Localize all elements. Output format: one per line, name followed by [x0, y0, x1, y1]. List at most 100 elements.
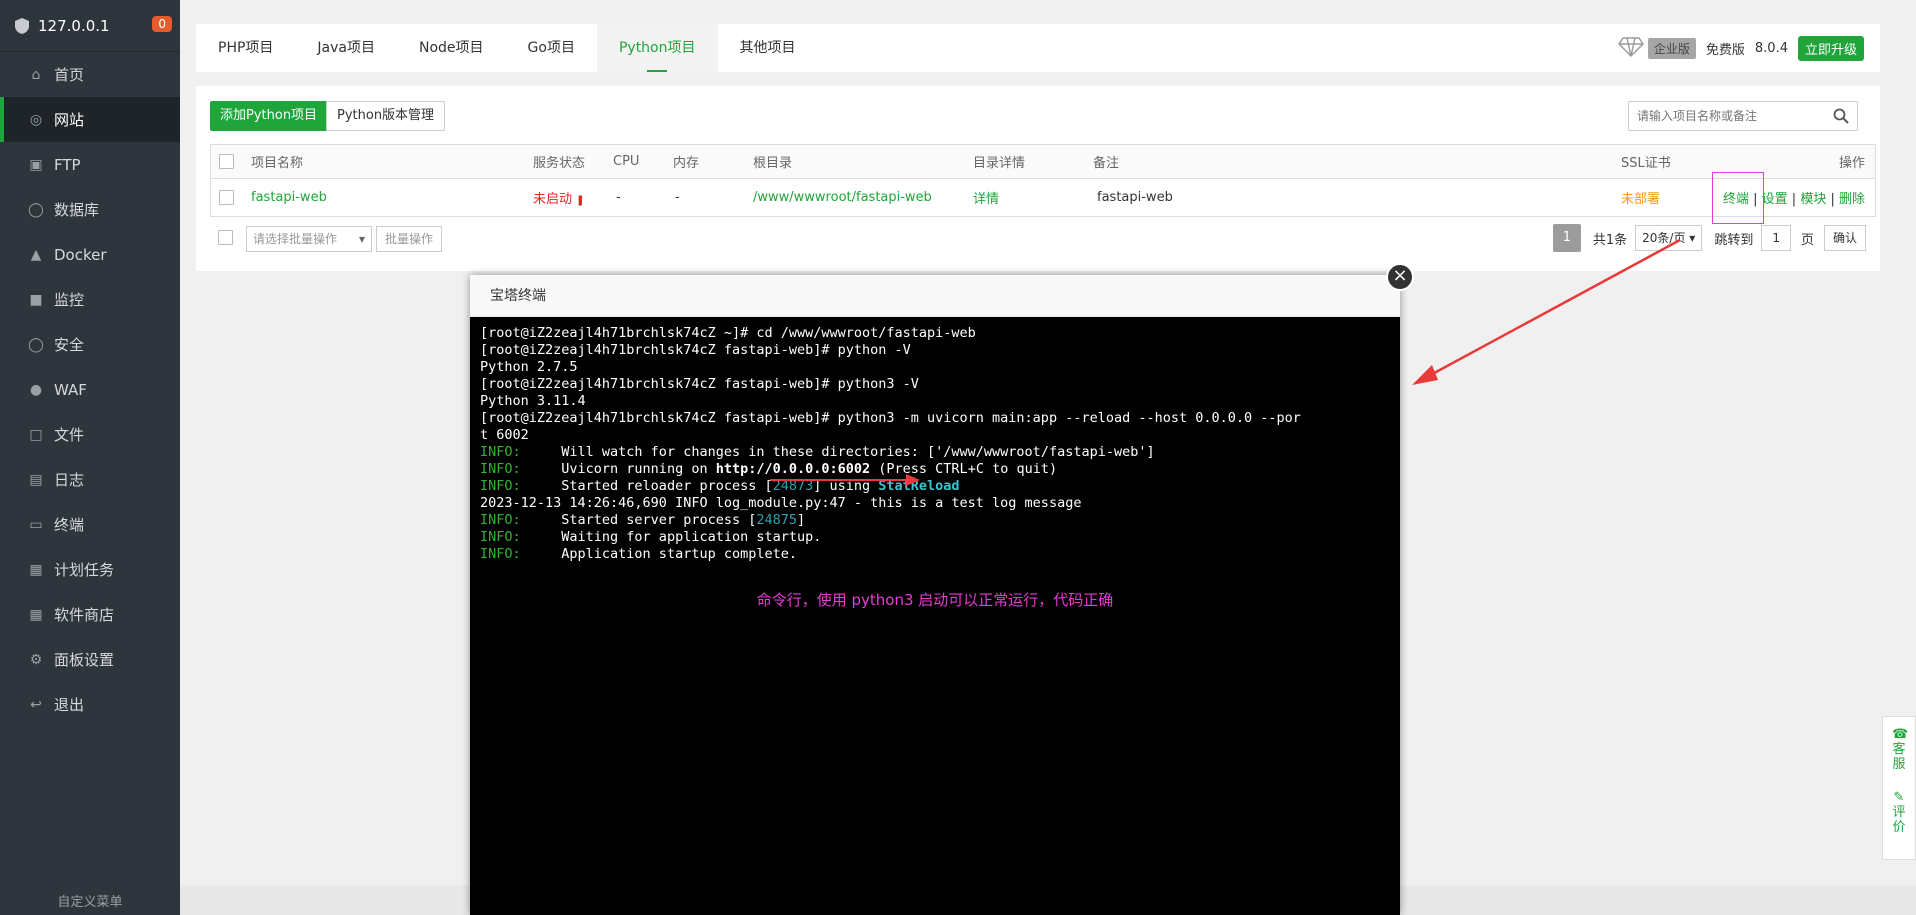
batch-button[interactable]: 批量操作 — [376, 226, 443, 252]
footer-select-checkbox[interactable] — [218, 230, 233, 245]
search-input[interactable] — [1629, 102, 1819, 130]
batch-select[interactable]: 请选择批量操作 ▾ — [246, 226, 372, 252]
sidebar-item-4[interactable]: ▲ Docker — [0, 232, 180, 277]
terminal-dialog: 宝塔终端 × [root@iZ2zeajl4h71brchlsk74cZ ~]#… — [470, 263, 1414, 915]
per-page-select[interactable]: 20条/页 ▾ — [1635, 225, 1703, 251]
tab-node[interactable]: Node项目 — [397, 24, 506, 72]
tab-java[interactable]: Java项目 — [295, 24, 397, 72]
service-label: 客服 — [1892, 742, 1906, 772]
sidebar-item-7[interactable]: ● WAF — [0, 367, 180, 412]
search-box — [1628, 101, 1858, 131]
tab-go[interactable]: Go项目 — [506, 24, 597, 72]
col-note: 备注 — [1093, 156, 1120, 171]
home-icon: ⌂ — [31, 66, 41, 83]
sidebar-item-label: 退出 — [54, 696, 85, 714]
enterprise-badge[interactable]: 企业版 — [1647, 38, 1696, 59]
sidebar-item-14[interactable]: ↩ 退出 — [0, 682, 180, 727]
jump-input[interactable]: 1 — [1761, 225, 1791, 251]
dir-detail-link[interactable]: 详情 — [973, 188, 999, 207]
term-line: INFO: Waiting for application startup. — [480, 529, 822, 545]
col-root: 根目录 — [753, 156, 793, 171]
sidebar-item-9[interactable]: ▤ 日志 — [0, 457, 180, 502]
rate-button[interactable]: ✎ 评价 — [1892, 790, 1906, 835]
status-stopped[interactable]: 未启动 ❚ — [533, 188, 585, 207]
root-dir-link[interactable]: /www/wwwroot/fastapi-web — [753, 190, 932, 205]
col-ssl: SSL证书 — [1621, 156, 1671, 171]
diamond-icon — [1617, 36, 1644, 61]
globe-icon: ◎ — [29, 111, 43, 128]
add-python-project-button[interactable]: 添加Python项目 — [210, 101, 328, 131]
chevron-down-icon: ▾ — [358, 232, 365, 246]
term-line: 2023-12-13 14:26:46,690 INFO log_module.… — [480, 495, 1082, 511]
sidebar-item-label: 计划任务 — [54, 561, 115, 579]
terminal-output[interactable]: [root@iZ2zeajl4h71brchlsk74cZ ~]# cd /ww… — [470, 317, 1400, 571]
sidebar-item-label: 监控 — [54, 291, 85, 309]
upgrade-button[interactable]: 立即升级 — [1797, 36, 1864, 61]
ssl-status[interactable]: 未部署 — [1621, 188, 1660, 207]
logout-icon: ↩ — [30, 696, 42, 713]
info-prefix: INFO: — [480, 444, 521, 460]
project-name-link[interactable]: fastapi-web — [251, 190, 327, 205]
host-label[interactable]: 127.0.0.1 — [38, 17, 110, 35]
term-line: INFO: Application startup complete. — [480, 546, 797, 562]
sidebar: 127.0.0.1 0 ⌂ 首页 ◎ 网站 ▣ FTP ◯ 数据库 ▲ Docker ■ 监控 ◯ 安全 ●… — [0, 0, 180, 915]
sidebar-item-10[interactable]: ▭ 终端 — [0, 502, 180, 547]
projects-table: 项目名称 服务状态 CPU 内存 根目录 目录详情 备注 SSL证书 操作 fa… — [210, 144, 1876, 217]
delete-action[interactable]: 删除 — [1839, 192, 1865, 207]
col-cpu: CPU — [613, 154, 640, 169]
sidebar-item-5[interactable]: ■ 监控 — [0, 277, 180, 322]
jump-label: 跳转到 — [1714, 232, 1754, 248]
sidebar-item-8[interactable]: □ 文件 — [0, 412, 180, 457]
term-line: t 6002 — [480, 427, 529, 443]
term-line: [root@iZ2zeajl4h71brchlsk74cZ fastapi-we… — [480, 410, 1301, 426]
term-line: INFO: Started server process [24875] — [480, 512, 806, 528]
term-line: INFO: Uvicorn running on http://0.0.0.0:… — [480, 461, 1058, 477]
col-dir-detail: 目录详情 — [973, 156, 1026, 171]
sidebar-item-0[interactable]: ⌂ 首页 — [0, 52, 180, 97]
settings-action[interactable]: 设置 — [1762, 192, 1788, 207]
tab-php[interactable]: PHP项目 — [196, 24, 295, 72]
sidebar-item-6[interactable]: ◯ 安全 — [0, 322, 180, 367]
sidebar-item-3[interactable]: ◯ 数据库 — [0, 187, 180, 232]
per-page-label: 20条/页 — [1642, 231, 1686, 245]
col-mem: 内存 — [673, 156, 700, 171]
cpu-value: - — [616, 190, 621, 205]
sidebar-item-12[interactable]: ▦ 软件商店 — [0, 592, 180, 637]
term-line: INFO: Started reloader process [24873] u… — [480, 478, 960, 494]
term-line: [root@iZ2zeajl4h71brchlsk74cZ fastapi-we… — [480, 342, 911, 358]
chevron-down-icon: ▾ — [1689, 231, 1696, 245]
notification-badge[interactable]: 0 — [152, 16, 172, 32]
row-checkbox[interactable] — [219, 190, 234, 205]
customer-service-button[interactable]: ☎ 客服 — [1892, 727, 1908, 772]
batch-select-label: 请选择批量操作 — [253, 232, 338, 246]
sidebar-item-label: 数据库 — [54, 201, 100, 219]
modules-action[interactable]: 模块 — [1800, 192, 1826, 207]
page-current[interactable]: 1 — [1552, 224, 1581, 252]
annotation-note: 命令行，使用 python3 启动可以正常运行，代码正确 — [756, 591, 1114, 609]
custom-menu-link[interactable]: 自定义菜单 — [0, 891, 180, 915]
table-row: fastapi-web 未启动 ❚ - - /www/wwwroot/fasta… — [211, 179, 1875, 216]
server-url: http://0.0.0.0:6002 — [715, 461, 871, 477]
log-icon: ▤ — [29, 471, 43, 488]
tab-python[interactable]: Python项目 — [596, 24, 718, 72]
calendar-icon: ▦ — [29, 561, 43, 578]
sidebar-item-label: 软件商店 — [54, 606, 115, 624]
docker-icon: ▲ — [30, 246, 42, 263]
project-tabs: PHP项目 Java项目 Node项目 Go项目 Python项目 其他项目 企… — [196, 24, 1880, 72]
search-icon[interactable] — [1833, 108, 1849, 128]
project-panel: 添加Python项目 Python版本管理 项目名称 服务状态 CPU 内存 根… — [196, 86, 1880, 271]
close-icon[interactable]: × — [1386, 263, 1414, 291]
note-value[interactable]: fastapi-web — [1097, 190, 1173, 205]
python-version-button[interactable]: Python版本管理 — [326, 101, 446, 131]
select-all-checkbox[interactable] — [219, 154, 234, 169]
tab-other[interactable]: 其他项目 — [718, 24, 818, 72]
sidebar-header: 127.0.0.1 0 — [0, 0, 180, 52]
grid-icon: ▦ — [29, 606, 43, 623]
sidebar-item-13[interactable]: ⚙ 面板设置 — [0, 637, 180, 682]
sidebar-item-1[interactable]: ◎ 网站 — [0, 97, 180, 142]
sidebar-item-2[interactable]: ▣ FTP — [0, 142, 180, 187]
jump-confirm-button[interactable]: 确认 — [1823, 225, 1866, 251]
sidebar-item-11[interactable]: ▦ 计划任务 — [0, 547, 180, 592]
term-line: [root@iZ2zeajl4h71brchlsk74cZ fastapi-we… — [480, 376, 919, 392]
mem-value: - — [675, 190, 680, 205]
